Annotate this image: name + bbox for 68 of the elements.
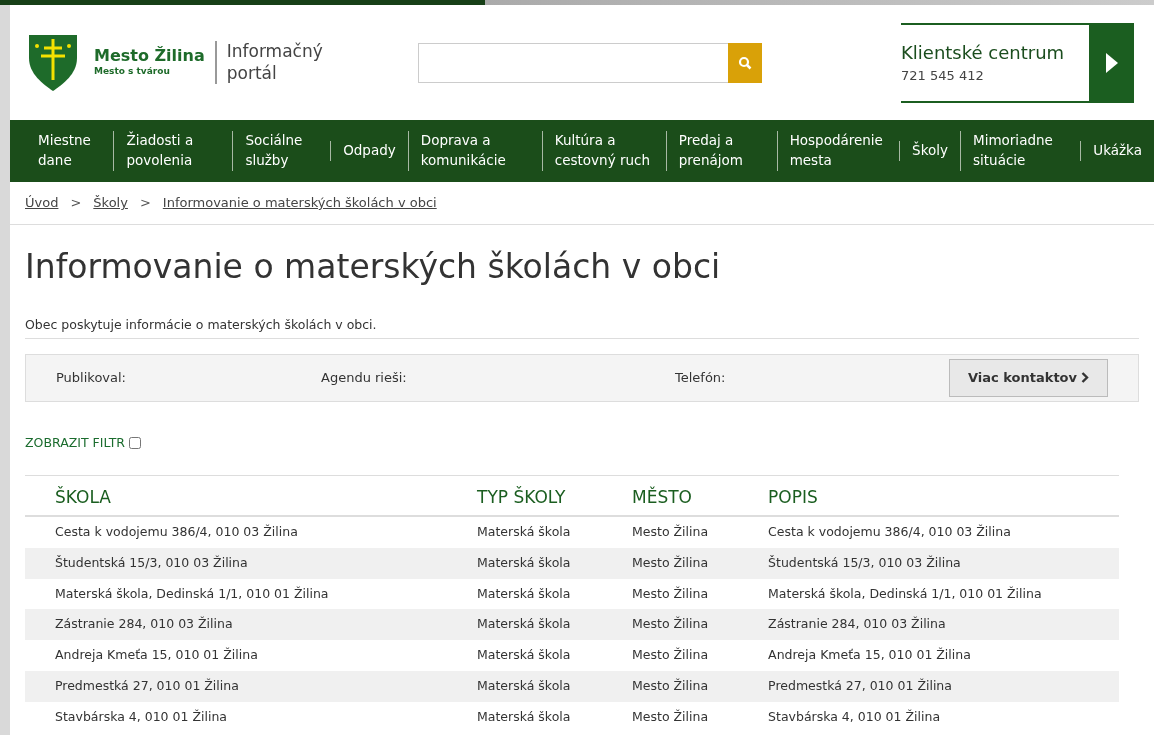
table-cell: Mesto Žilina (602, 701, 739, 733)
filter-label[interactable]: ZOBRAZIT FILTR (25, 433, 125, 453)
table-cell: Študentská 15/3, 010 03 Žilina (25, 547, 447, 579)
more-contacts-button[interactable]: Viac kontaktov (948, 359, 1108, 397)
nav-link[interactable]: Doprava a komunikácie (407, 131, 542, 171)
client-center-title: Klientské centrum (901, 40, 1066, 65)
breadcrumb-link[interactable]: Informovanie o materských školách v obci (162, 195, 437, 210)
table-cell: Andreja Kmeťa 15, 010 01 Žilina (738, 640, 1119, 671)
table-cell: Materská škola (447, 670, 602, 702)
breadcrumb-link[interactable]: Školy (93, 195, 128, 210)
filter-checkbox[interactable] (129, 437, 141, 450)
table-cell: Materská škola (447, 578, 602, 610)
coat-of-arms-icon (28, 33, 78, 92)
agenda-label: Agendu rieši: (321, 369, 408, 388)
city-tagline: Mesto s tvárou (94, 64, 171, 78)
breadcrumb-link[interactable]: Úvod (25, 195, 59, 210)
page-description: Obec poskytuje informácie o materských školách v obci. (25, 316, 1139, 339)
city-name: Mesto Žilina (94, 46, 205, 65)
column-header: POPIS (738, 475, 1119, 517)
column-header: MĚSTO (602, 475, 739, 517)
table-cell: Materská škola (447, 640, 602, 671)
triangle-icon (1104, 51, 1119, 74)
table-cell: Predmestká 27, 010 01 Žilina (25, 670, 447, 702)
nav-link[interactable]: Kultúra a cestovný ruch (541, 131, 666, 171)
nav-link[interactable]: Miestne dane (26, 131, 114, 171)
table-cell: Cesta k vodojemu 386/4, 010 03 Žilina (25, 516, 447, 548)
table-cell: Mesto Žilina (602, 670, 739, 702)
breadcrumb-separator: > (70, 195, 82, 210)
table-cell: Mesto Žilina (602, 578, 739, 610)
portal-name: Informačný portál (214, 41, 335, 84)
table-cell: Mesto Žilina (602, 609, 739, 641)
nav-link[interactable]: Hospodárenie mesta (776, 131, 900, 171)
column-header: ŠKOLA (25, 475, 447, 517)
table-cell: Materská škola, Dedinská 1/1, 010 01 Žilina (738, 578, 1119, 610)
chevron-right-icon (1081, 372, 1089, 384)
nav-link[interactable]: Žiadosti a povolenia (113, 131, 233, 171)
phone-label: Telefón: (675, 369, 726, 388)
table-cell: Zástranie 284, 010 03 Žilina (25, 609, 447, 641)
table-cell: Predmestká 27, 010 01 Žilina (738, 670, 1119, 702)
table-cell: Cesta k vodojemu 386/4, 010 03 Žilina (738, 516, 1119, 548)
table-cell: Študentská 15/3, 010 03 Žilina (738, 547, 1119, 579)
table-cell: Mesto Žilina (602, 547, 739, 579)
nav-link[interactable]: Ukážka (1080, 141, 1154, 161)
client-center-button[interactable] (1089, 22, 1134, 103)
page-title: Informovanie o materských školách v obci (25, 246, 722, 287)
table-cell: Stavbárska 4, 010 01 Žilina (738, 701, 1119, 733)
search-icon (738, 55, 752, 70)
nav-link[interactable]: Odpady (330, 141, 408, 161)
table-cell: Zástranie 284, 010 03 Žilina (738, 609, 1119, 641)
nav-link[interactable]: Sociálne služby (232, 131, 331, 171)
table-cell: Mesto Žilina (602, 640, 739, 671)
column-header: TYP ŠKOLY (447, 475, 602, 517)
breadcrumb-separator: > (139, 195, 151, 210)
published-label: Publikoval: (56, 369, 127, 388)
table-cell: Materská škola (447, 609, 602, 641)
nav-link[interactable]: Predaj a prenájom (665, 131, 777, 171)
table-cell: Materská škola (447, 701, 602, 733)
table-cell: Materská škola (447, 547, 602, 579)
search-button[interactable] (728, 42, 762, 83)
nav-link[interactable]: Mimoriadne situácie (960, 131, 1081, 171)
table-cell: Mesto Žilina (602, 516, 739, 548)
search-field[interactable] (418, 42, 728, 83)
table-cell: Andreja Kmeťa 15, 010 01 Žilina (25, 640, 447, 671)
table-cell: Materská škola, Dedinská 1/1, 010 01 Žilina (25, 578, 447, 610)
client-center-phone: 721 545 412 (901, 66, 985, 85)
table-cell: Materská škola (447, 516, 602, 548)
nav-link[interactable]: Školy (899, 141, 960, 161)
table-cell: Stavbárska 4, 010 01 Žilina (25, 701, 447, 733)
